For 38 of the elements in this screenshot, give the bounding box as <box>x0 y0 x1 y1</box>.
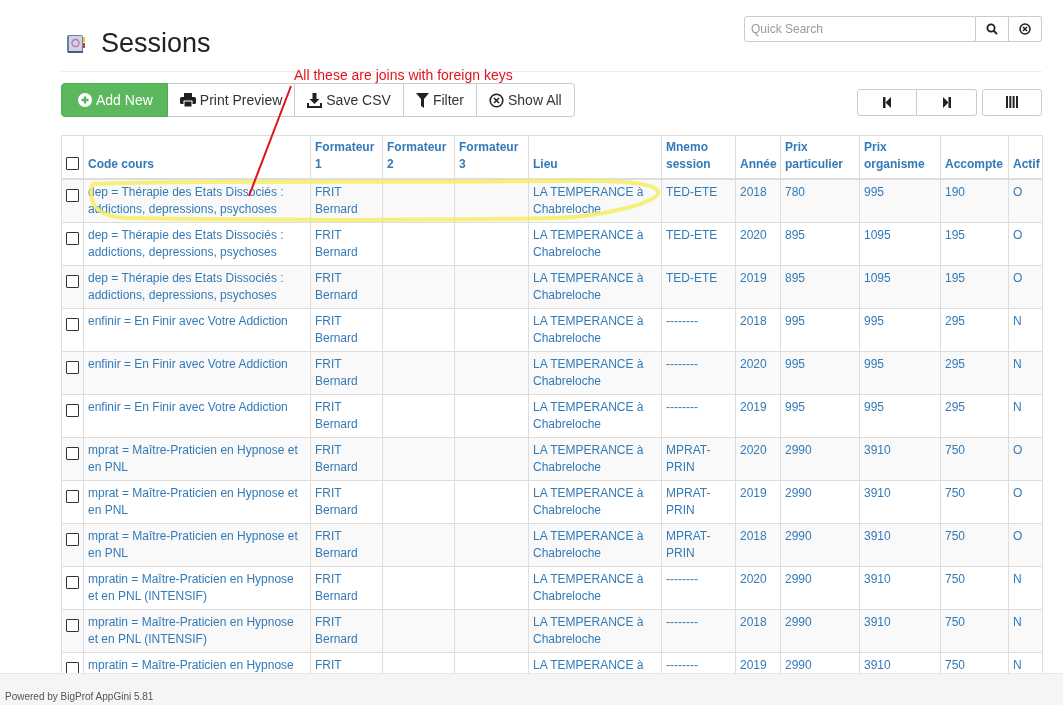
row-checkbox[interactable] <box>66 575 79 589</box>
print-button[interactable]: Print Preview <box>167 83 296 117</box>
columns-icon <box>1006 96 1018 108</box>
printer-icon <box>179 93 196 107</box>
row-checkbox[interactable] <box>66 360 79 374</box>
skip-back-icon <box>883 96 891 108</box>
search-button[interactable] <box>976 16 1009 42</box>
row-checkbox[interactable] <box>66 231 79 245</box>
annotation-text: All these are joins with foreign keys <box>294 67 513 83</box>
row-checkbox[interactable] <box>66 317 79 331</box>
skip-forward-icon <box>942 96 951 108</box>
clear-button[interactable] <box>1009 16 1042 42</box>
clear-icon <box>1019 23 1031 35</box>
row-checkbox[interactable] <box>66 403 79 417</box>
filter-icon <box>415 92 429 108</box>
download-button[interactable]: Save CSV <box>295 83 404 117</box>
columns-button[interactable] <box>982 88 1042 116</box>
download-icon <box>307 92 323 108</box>
plus-icon <box>78 93 92 107</box>
row-checkbox[interactable] <box>66 532 79 546</box>
select-all-checkbox[interactable] <box>66 157 79 170</box>
row-checkbox[interactable] <box>66 274 79 288</box>
add-button[interactable]: Add New <box>61 83 168 117</box>
next-page-button[interactable] <box>917 88 977 116</box>
clear-button[interactable]: Show All <box>477 83 575 117</box>
page-title: Sessions <box>101 28 211 59</box>
row-checkbox[interactable] <box>66 489 79 503</box>
footer-text: Powered by BigProf AppGini 5.81 <box>5 691 154 702</box>
book-icon <box>65 32 87 55</box>
clear-icon <box>489 92 504 108</box>
previous-page-button[interactable] <box>857 88 917 116</box>
search-field[interactable]: Quick Search <box>744 16 976 42</box>
row-checkbox[interactable] <box>66 661 79 673</box>
row-checkbox[interactable] <box>66 618 79 632</box>
row-checkbox[interactable] <box>66 189 79 202</box>
search-icon <box>986 23 998 35</box>
filter-button[interactable]: Filter <box>403 83 477 117</box>
row-checkbox[interactable] <box>66 446 79 460</box>
